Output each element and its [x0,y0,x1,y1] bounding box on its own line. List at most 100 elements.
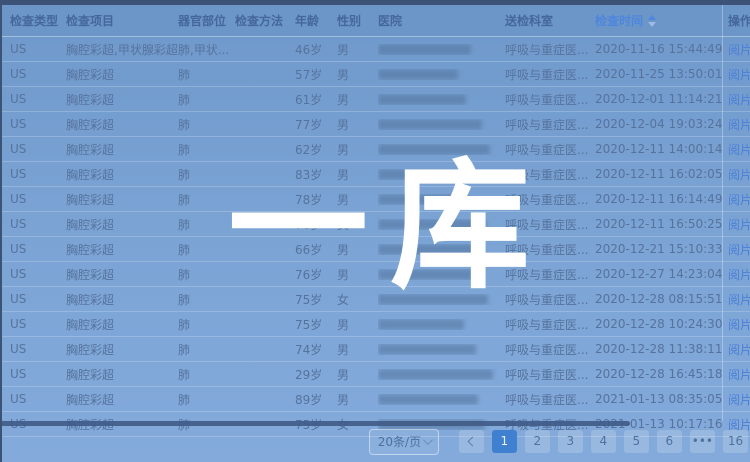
cell-item: 胸腔彩超 [66,66,178,83]
page-button-6[interactable]: 6 [657,430,682,453]
sort-ascending-icon[interactable] [648,15,656,27]
hospital-cell-redacted [378,244,505,255]
redaction-blur-block [378,369,493,380]
cell-dept: 呼吸与重症医... [505,91,595,108]
table-row: US胸腔彩超肺77岁男呼吸与重症医...2020-12-04 19:03:24阅… [0,112,750,137]
column-header-exam-type: 检查类型 [10,12,66,29]
view-image-link[interactable]: 阅片 [722,241,750,258]
page-button-5[interactable]: 5 [624,430,649,453]
view-image-link[interactable]: 阅片 [722,166,750,183]
cell-organ: 肺 [178,91,235,108]
cell-type: US [10,42,66,56]
more-pages-ellipsis[interactable]: ••• [690,430,715,453]
cell-item: 胸腔彩超 [66,166,178,183]
cell-organ: 肺 [178,66,235,83]
top-edge-divider [0,0,750,5]
view-image-link[interactable]: 阅片 [722,116,750,133]
redaction-blur-block [378,319,464,330]
cell-organ: 肺 [178,266,235,283]
cell-gender: 女 [337,291,378,308]
table-row: US胸腔彩超肺74岁男呼吸与重症医...2020-12-28 11:38:11阅… [0,337,750,362]
redaction-blur-block [378,44,471,55]
view-image-link[interactable]: 阅片 [722,41,750,58]
hospital-cell-redacted [378,194,505,205]
cell-item: 胸腔彩超 [66,341,178,358]
hospital-cell-redacted [378,319,505,330]
view-image-link[interactable]: 阅片 [722,91,750,108]
column-header-dept: 送检科室 [505,12,595,29]
cell-age: 75岁 [295,291,337,308]
page-button-1[interactable]: 1 [492,430,517,453]
cell-age: 46岁 [295,41,337,58]
view-image-link[interactable]: 阅片 [722,216,750,233]
table-row: US胸腔彩超肺62岁男呼吸与重症医...2020-12-11 14:00:14阅… [0,137,750,162]
cell-time: 2020-12-11 16:50:25 [595,217,722,231]
table-row: US胸腔彩超肺75岁女呼吸与重症医...2020-12-28 08:15:51阅… [0,287,750,312]
page-button-16[interactable]: 16 [723,430,748,453]
cell-organ: 肺 [178,216,235,233]
pagination-bar: 20条/页 1 2 3 4 5 6 ••• 16 [0,424,748,459]
column-header-gender: 性别 [337,12,378,29]
fixed-column-divider [722,5,723,421]
hospital-cell-redacted [378,169,505,180]
cell-dept: 呼吸与重症医... [505,141,595,158]
prev-page-button[interactable] [459,430,484,453]
cell-dept: 呼吸与重症医... [505,366,595,383]
cell-dept: 呼吸与重症医... [505,316,595,333]
cell-time: 2020-12-28 08:15:51 [595,292,722,306]
cell-organ: 肺 [178,341,235,358]
left-edge-divider [0,0,2,462]
caret-up-icon [648,15,656,20]
cell-type: US [10,367,66,381]
redaction-blur-block [378,94,466,105]
cell-time: 2020-12-21 15:10:33 [595,242,722,256]
view-image-link[interactable]: 阅片 [722,391,750,408]
cell-gender: 男 [337,141,378,158]
cell-time: 2020-12-01 11:14:21 [595,92,722,106]
hospital-cell-redacted [378,119,505,130]
cell-gender: 男 [337,116,378,133]
cell-organ: 肺 [178,366,235,383]
cell-gender: 女 [337,216,378,233]
page-button-2[interactable]: 2 [525,430,550,453]
cell-type: US [10,92,66,106]
cell-age: 29岁 [295,366,337,383]
redaction-blur-block [378,294,488,305]
cell-organ: 肺 [178,291,235,308]
redaction-blur-block [378,219,486,230]
cell-gender: 男 [337,66,378,83]
cell-type: US [10,317,66,331]
cell-time: 2020-12-28 10:24:30 [595,317,722,331]
cell-item: 胸腔彩超 [66,216,178,233]
view-image-link[interactable]: 阅片 [722,366,750,383]
view-image-link[interactable]: 阅片 [722,266,750,283]
cell-item: 胸腔彩超 [66,116,178,133]
cell-item: 胸腔彩超 [66,291,178,308]
table-row: US胸腔彩超肺75岁男呼吸与重症医...2020-12-28 10:24:30阅… [0,312,750,337]
cell-item: 胸腔彩超 [66,141,178,158]
view-image-link[interactable]: 阅片 [722,141,750,158]
cell-time: 2020-11-16 15:44:49 [595,42,722,56]
hospital-cell-redacted [378,394,505,405]
hospital-cell-redacted [378,219,505,230]
table-row: US胸腔彩超肺83岁男呼吸与重症医...2020-12-11 16:02:05阅… [0,162,750,187]
view-image-link[interactable]: 阅片 [722,316,750,333]
page-size-select[interactable]: 20条/页 [369,429,439,455]
cell-organ: 肺 [178,166,235,183]
cell-item: 胸腔彩超 [66,391,178,408]
view-image-link[interactable]: 阅片 [722,341,750,358]
cell-dept: 呼吸与重症医... [505,166,595,183]
cell-age: 76岁 [295,266,337,283]
cell-age: 89岁 [295,391,337,408]
chevron-left-icon [468,437,478,447]
column-header-exam-time-sortable[interactable]: 检查时间 [595,12,722,29]
cell-type: US [10,142,66,156]
cell-item: 胸腔彩超 [66,191,178,208]
cell-type: US [10,167,66,181]
view-image-link[interactable]: 阅片 [722,66,750,83]
view-image-link[interactable]: 阅片 [722,191,750,208]
hospital-cell-redacted [378,44,505,55]
view-image-link[interactable]: 阅片 [722,291,750,308]
page-button-4[interactable]: 4 [591,430,616,453]
page-button-3[interactable]: 3 [558,430,583,453]
